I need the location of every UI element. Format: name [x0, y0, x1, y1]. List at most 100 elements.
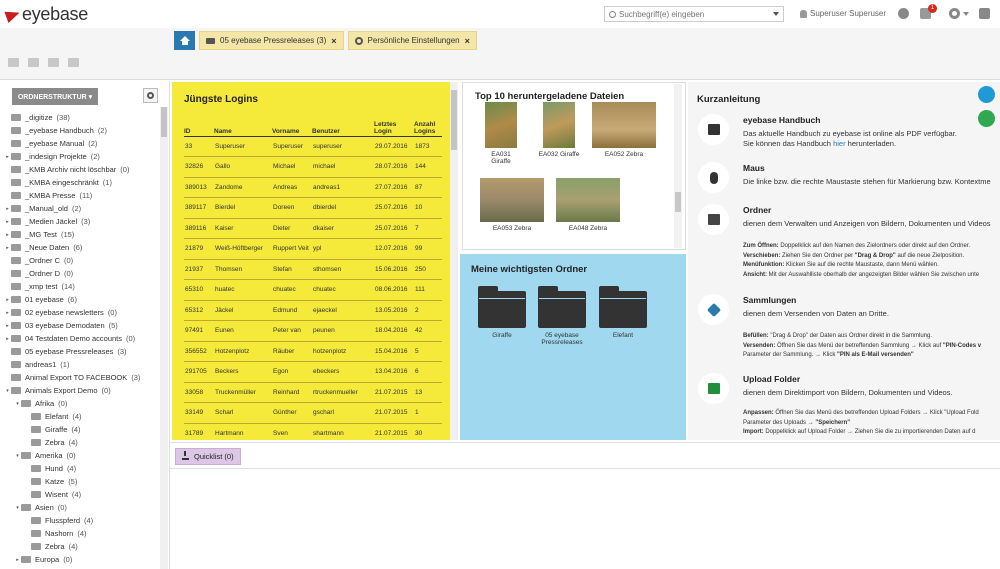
- tab-settings[interactable]: Persönliche Einstellungen ×: [347, 31, 477, 50]
- folder-tree-item[interactable]: ▸ _Manual_old (2): [0, 202, 160, 215]
- folder-tree-item[interactable]: _digitize (38): [0, 111, 160, 124]
- expand-toggle-icon[interactable]: ▾: [14, 505, 21, 511]
- table-row[interactable]: 33149 Scharl Günther gscharl 21.07.2015 1: [184, 402, 442, 424]
- file-thumbnail[interactable]: EA031 Giraffe: [481, 102, 521, 165]
- settings-caret-icon[interactable]: [963, 12, 969, 16]
- expand-toggle-icon[interactable]: ▸: [4, 336, 11, 342]
- folder-settings-icon[interactable]: [48, 58, 59, 67]
- table-row[interactable]: 389116 Kaiser Dieter dkaiser 25.07.2016 7: [184, 218, 442, 239]
- folder-tree-item[interactable]: 05 eyebase Pressreleases (3): [0, 345, 160, 358]
- scrollbar-thumb[interactable]: [451, 90, 457, 150]
- table-row[interactable]: 32826 Gallo Michael michael 28.07.2016 144: [184, 156, 442, 178]
- file-thumbnail[interactable]: EA053 Zebra: [479, 178, 545, 232]
- file-thumbnail[interactable]: EA032 Giraffe: [537, 102, 581, 158]
- folder-tree-item[interactable]: ▸ 02 eyebase newsletters (0): [0, 306, 160, 319]
- expand-toggle-icon[interactable]: ▸: [4, 219, 11, 225]
- add-icon[interactable]: [898, 8, 909, 19]
- search-box[interactable]: [604, 6, 784, 22]
- folder-tree-item[interactable]: ▾ Animals Export Demo (0): [0, 384, 160, 397]
- favorite-folder[interactable]: Elefant: [597, 286, 649, 339]
- folder-tree-item[interactable]: Elefant (4): [0, 410, 160, 423]
- search-input[interactable]: [619, 9, 769, 19]
- new-item-icon[interactable]: [8, 58, 19, 67]
- folder-tree-item[interactable]: ▸ Europa (0): [0, 553, 160, 566]
- top-downloads-scrollbar[interactable]: [674, 84, 682, 248]
- folder-tree-item[interactable]: ▸ _Medien Jäckel (3): [0, 215, 160, 228]
- folder-tree-item[interactable]: Flusspferd (4): [0, 514, 160, 527]
- folder-tree-item[interactable]: _KMB Archiv nicht löschbar (0): [0, 163, 160, 176]
- folder-tree-item[interactable]: _Ordner C (0): [0, 254, 160, 267]
- folder-tree-item[interactable]: _KMBA eingeschränkt (1): [0, 176, 160, 189]
- folder-tree-item[interactable]: Katze (5): [0, 475, 160, 488]
- expand-toggle-icon[interactable]: ▸: [14, 557, 21, 563]
- close-icon[interactable]: ×: [331, 36, 336, 46]
- folder-tree-item[interactable]: _eyebase Manual (2): [0, 137, 160, 150]
- expand-toggle-icon[interactable]: ▾: [4, 388, 11, 394]
- folder-tree-item[interactable]: Zebra (4): [0, 436, 160, 449]
- table-row[interactable]: 65312 Jäckel Edmund ejaeckel 13.05.2016 2: [184, 300, 442, 321]
- folder-tree-item[interactable]: _eyebase Handbuch (2): [0, 124, 160, 137]
- folder-tree-item[interactable]: Wisent (4): [0, 488, 160, 501]
- expand-toggle-icon[interactable]: ▸: [4, 232, 11, 238]
- favorite-folder[interactable]: 05 eyebase Pressreleases: [536, 286, 588, 346]
- folder-tree-item[interactable]: Animal Export TO FACEBOOK (3): [0, 371, 160, 384]
- table-row[interactable]: 21879 Weiß-Höftberger Ruppert Veit ypl 12.07…: [184, 238, 442, 260]
- tab-pressreleases[interactable]: 05 eyebase Pressreleases (3) ×: [199, 31, 344, 50]
- close-icon[interactable]: ×: [465, 36, 470, 46]
- expand-toggle-icon[interactable]: ▾: [14, 401, 21, 407]
- expand-toggle-icon[interactable]: ▸: [4, 323, 11, 329]
- table-row[interactable]: 65310 huatec chuatec chuatec 08.06.2016 111: [184, 279, 442, 301]
- folder-tree-item[interactable]: Nashorn (4): [0, 527, 160, 540]
- scrollbar-thumb[interactable]: [161, 107, 167, 137]
- table-row[interactable]: 356552 Hotzenplotz Räuber hotzenplotz 15.04.…: [184, 341, 442, 362]
- table-row[interactable]: 33058 Truckenmüller Reinhard rtruckenmuelle…: [184, 382, 442, 403]
- sidebar-scrollbar[interactable]: [160, 107, 168, 569]
- eyebase-logo[interactable]: eyebase: [4, 4, 88, 25]
- table-row[interactable]: 31789 Hartmann Sven shartmann 21.07.2015 30: [184, 423, 442, 440]
- user-menu[interactable]: Superuser Superuser: [800, 9, 886, 18]
- logins-scrollbar[interactable]: [450, 82, 458, 440]
- handbook-download-link[interactable]: hier: [833, 139, 846, 148]
- sidebar-settings-button[interactable]: [143, 88, 158, 103]
- folder-tree-item[interactable]: Zebra (4): [0, 540, 160, 553]
- folder-tree-item[interactable]: ▸ _MG Test (15): [0, 228, 160, 241]
- folder-tree-item[interactable]: ▾ Asien (0): [0, 501, 160, 514]
- expand-toggle-icon[interactable]: ▸: [4, 154, 11, 160]
- scrollbar-thumb[interactable]: [675, 192, 681, 212]
- quicklist-button[interactable]: Quicklist (0): [175, 448, 241, 465]
- folder-tree-item[interactable]: _xmp test (14): [0, 280, 160, 293]
- home-tab[interactable]: [174, 31, 195, 50]
- folder-tree-item[interactable]: andreas1 (1): [0, 358, 160, 371]
- folder-tree-item[interactable]: ▸ _Neue Daten (6): [0, 241, 160, 254]
- folder-tree-item[interactable]: ▸ 03 eyebase Demodaten (5): [0, 319, 160, 332]
- file-thumbnail[interactable]: EA048 Zebra: [555, 178, 621, 232]
- folder-tree-item[interactable]: ▸ _indesign Projekte (2): [0, 150, 160, 163]
- upload-icon[interactable]: [68, 58, 79, 67]
- folder-tree-item[interactable]: _KMBA Presse (11): [0, 189, 160, 202]
- folder-tree-item[interactable]: ▾ Amerika (0): [0, 449, 160, 462]
- table-row[interactable]: 21937 Thomsen Stefan sthomsen 15.06.2016 250: [184, 259, 442, 280]
- search-dropdown-icon[interactable]: [773, 12, 779, 16]
- file-thumbnail[interactable]: EA052 Zebra: [591, 102, 657, 158]
- folder-tree-item[interactable]: Giraffe (4): [0, 423, 160, 436]
- favorite-folder[interactable]: Giraffe: [476, 286, 528, 339]
- logout-icon[interactable]: [979, 8, 990, 19]
- expand-toggle-icon[interactable]: ▾: [14, 453, 21, 459]
- folder-tree-item[interactable]: _Ordner D (0): [0, 267, 160, 280]
- table-row[interactable]: 291705 Beckers Egon ebeckers 13.04.2016 6: [184, 361, 442, 383]
- folder-tree-item[interactable]: ▾ Afrika (0): [0, 397, 160, 410]
- share-fab-icon[interactable]: [978, 86, 995, 103]
- expand-toggle-icon[interactable]: ▸: [4, 245, 11, 251]
- table-row[interactable]: 97491 Eunen Peter van peunen 18.04.2016 42: [184, 320, 442, 342]
- expand-toggle-icon[interactable]: ▸: [4, 206, 11, 212]
- table-row[interactable]: 33 Superuser Superuser superuser 29.07.2016 1…: [184, 136, 442, 157]
- expand-toggle-icon[interactable]: ▸: [4, 310, 11, 316]
- folder-tree-item[interactable]: ▸ 04 Testdaten Demo accounts (0): [0, 332, 160, 345]
- new-folder-icon[interactable]: [28, 58, 39, 67]
- folder-tree-item[interactable]: ▸ 01 eyebase (6): [0, 293, 160, 306]
- folder-tree-item[interactable]: Hund (4): [0, 462, 160, 475]
- table-row[interactable]: 389013 Zandome Andreas andreas1 27.07.2016 87: [184, 177, 442, 198]
- expand-toggle-icon[interactable]: ▸: [4, 297, 11, 303]
- edit-fab-icon[interactable]: [978, 110, 995, 127]
- settings-gear-icon[interactable]: [949, 8, 960, 19]
